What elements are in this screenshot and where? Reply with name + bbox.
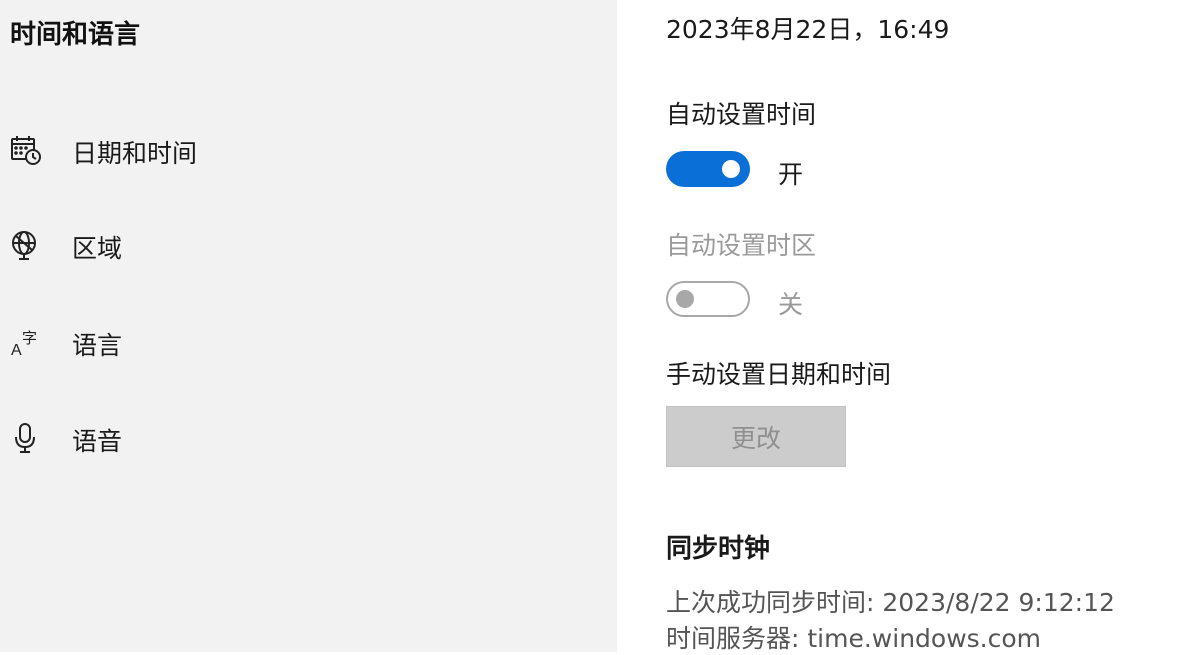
auto-timezone-label: 自动设置时区 xyxy=(666,231,817,260)
auto-time-state: 开 xyxy=(778,160,804,189)
svg-text:字: 字 xyxy=(22,329,37,347)
auto-time-label: 自动设置时间 xyxy=(666,100,817,129)
sidebar-title: 时间和语言 xyxy=(10,20,141,50)
calendar-clock-icon xyxy=(10,134,42,166)
sidebar: 时间和语言 日期和时间 区域 A 字 语言 语音 xyxy=(0,0,617,652)
time-server-text: 时间服务器: time.windows.com xyxy=(666,624,1042,653)
sidebar-item-date-time[interactable]: 日期和时间 xyxy=(0,120,617,180)
toggle-knob xyxy=(722,160,740,178)
sidebar-item-region[interactable]: 区域 xyxy=(0,215,617,275)
sidebar-item-label: 语言 xyxy=(72,331,123,360)
last-sync-text: 上次成功同步时间: 2023/8/22 9:12:12 xyxy=(666,588,1115,617)
svg-text:A: A xyxy=(11,342,22,358)
auto-timezone-toggle[interactable] xyxy=(666,281,750,317)
toggle-knob xyxy=(676,290,694,308)
auto-timezone-state: 关 xyxy=(778,290,804,319)
sidebar-item-speech[interactable]: 语音 xyxy=(0,408,617,468)
current-datetime: 2023年8月22日，16:49 xyxy=(666,15,950,44)
sidebar-item-label: 日期和时间 xyxy=(72,139,198,168)
manual-datetime-label: 手动设置日期和时间 xyxy=(666,360,892,389)
sync-clock-heading: 同步时钟 xyxy=(666,534,771,564)
microphone-icon xyxy=(10,422,42,454)
sidebar-item-label: 语音 xyxy=(72,427,123,456)
language-icon: A 字 xyxy=(10,326,42,358)
sidebar-item-label: 区域 xyxy=(72,234,123,263)
globe-icon xyxy=(10,229,42,261)
main-panel: 2023年8月22日，16:49 自动设置时间 开 自动设置时区 关 手动设置日… xyxy=(617,0,1200,653)
auto-time-toggle[interactable] xyxy=(666,151,750,187)
change-button[interactable]: 更改 xyxy=(666,406,846,467)
sidebar-item-language[interactable]: A 字 语言 xyxy=(0,312,617,372)
